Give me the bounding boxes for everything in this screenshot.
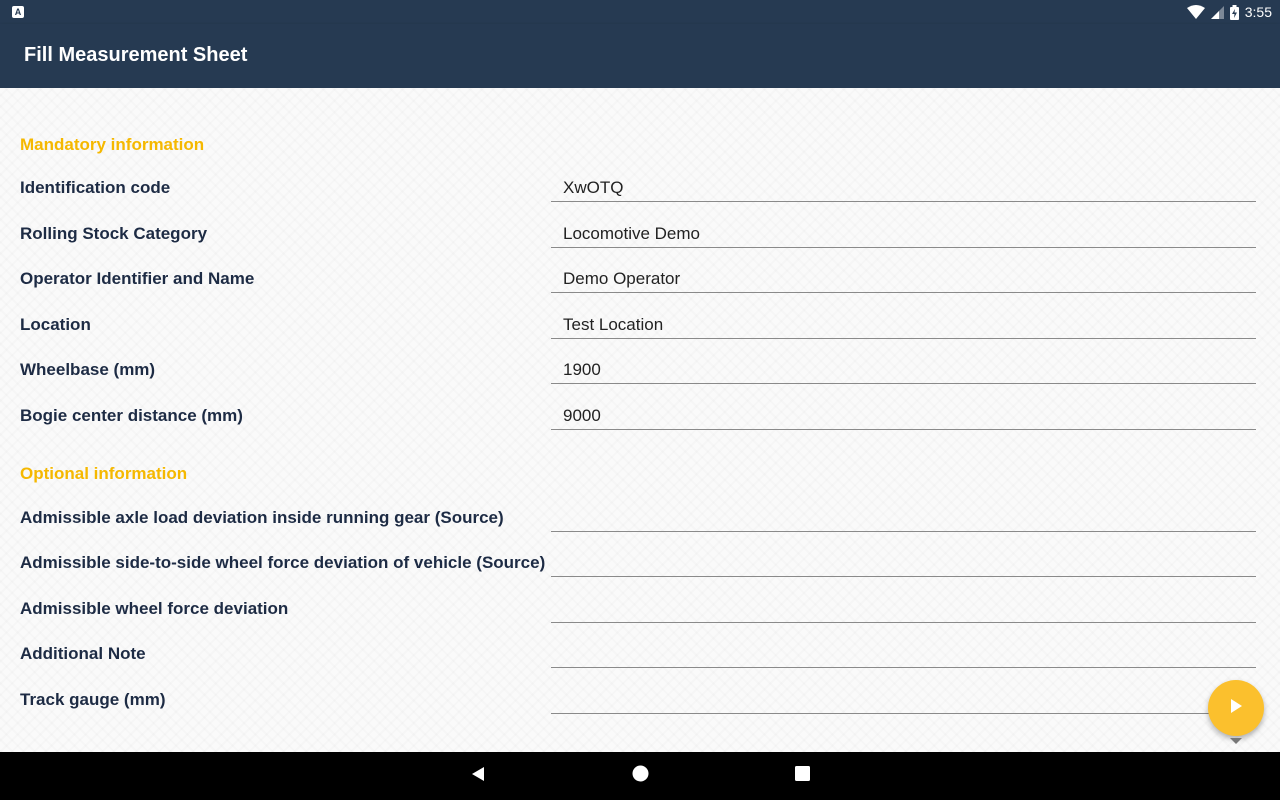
field-label: Admissible side-to-side wheel force devi… bbox=[20, 553, 546, 572]
page-title: Fill Measurement Sheet bbox=[24, 44, 248, 66]
form-row-rolling-stock-category: Rolling Stock Category bbox=[0, 222, 1280, 267]
status-bar: A 3:55 bbox=[0, 0, 1280, 24]
play-arrow-icon bbox=[1229, 698, 1243, 719]
notification-icon: A bbox=[12, 6, 24, 18]
identification-code-field-container bbox=[551, 176, 1256, 202]
field-label: Track gauge (mm) bbox=[20, 690, 166, 709]
identification-code-input[interactable] bbox=[551, 176, 1256, 200]
app-bar: Fill Measurement Sheet bbox=[0, 24, 1280, 88]
field-label: Admissible axle load deviation inside ru… bbox=[20, 508, 504, 527]
location-field-container bbox=[551, 313, 1256, 339]
wheelbase-field-container bbox=[551, 358, 1256, 384]
wheel-force-deviation-field-container bbox=[551, 597, 1256, 623]
home-icon bbox=[632, 765, 649, 787]
status-time: 3:55 bbox=[1244, 4, 1272, 20]
form-row-identification-code: Identification code bbox=[0, 176, 1280, 221]
form-row-additional-note: Additional Note bbox=[0, 642, 1280, 687]
additional-note-field-container bbox=[551, 642, 1256, 668]
field-label: Identification code bbox=[20, 178, 171, 197]
axle-load-deviation-field-container bbox=[551, 506, 1256, 532]
rolling-stock-category-input[interactable] bbox=[551, 222, 1256, 246]
field-label: Rolling Stock Category bbox=[20, 224, 208, 243]
field-label: Bogie center distance (mm) bbox=[20, 406, 243, 425]
recents-button[interactable] bbox=[792, 766, 812, 786]
track-gauge-field-container bbox=[551, 688, 1256, 714]
rolling-stock-category-field-container bbox=[551, 222, 1256, 248]
battery-charging-icon bbox=[1229, 4, 1239, 20]
recents-icon bbox=[794, 766, 810, 786]
form-row-wheelbase: Wheelbase (mm) bbox=[0, 358, 1280, 403]
location-input[interactable] bbox=[551, 313, 1256, 337]
next-fab-button[interactable] bbox=[1208, 680, 1264, 736]
bogie-center-distance-field-container bbox=[551, 404, 1256, 430]
form-row-side-to-side-deviation: Admissible side-to-side wheel force devi… bbox=[0, 551, 1280, 596]
side-to-side-deviation-field-container bbox=[551, 551, 1256, 577]
form-content[interactable]: Mandatory information Identification cod… bbox=[0, 88, 1280, 752]
track-gauge-input[interactable] bbox=[551, 688, 1256, 712]
form-row-operator: Operator Identifier and Name bbox=[0, 267, 1280, 312]
operator-field-container bbox=[551, 267, 1256, 293]
wheelbase-input[interactable] bbox=[551, 358, 1256, 382]
home-button[interactable] bbox=[630, 765, 650, 787]
system-nav-bar bbox=[0, 752, 1280, 800]
back-icon bbox=[470, 766, 486, 787]
form-row-location: Location bbox=[0, 313, 1280, 358]
bogie-center-distance-input[interactable] bbox=[551, 404, 1256, 428]
wheel-force-deviation-input[interactable] bbox=[551, 597, 1256, 621]
form-row-track-gauge: Track gauge (mm) bbox=[0, 688, 1280, 733]
operator-input[interactable] bbox=[551, 267, 1256, 291]
back-button[interactable] bbox=[468, 766, 488, 786]
additional-note-input[interactable] bbox=[551, 642, 1256, 666]
wifi-icon bbox=[1186, 5, 1205, 19]
field-label: Wheelbase (mm) bbox=[20, 360, 156, 379]
scroll-down-indicator bbox=[1230, 738, 1242, 744]
side-to-side-deviation-input[interactable] bbox=[551, 551, 1256, 575]
axle-load-deviation-input[interactable] bbox=[551, 506, 1256, 530]
form-row-wheel-force-deviation: Admissible wheel force deviation bbox=[0, 597, 1280, 642]
field-label: Additional Note bbox=[20, 644, 146, 663]
field-label: Operator Identifier and Name bbox=[20, 269, 255, 288]
form-row-bogie-center-distance: Bogie center distance (mm) bbox=[0, 404, 1280, 449]
field-label: Location bbox=[20, 315, 91, 334]
signal-icon bbox=[1210, 5, 1224, 19]
form-row-axle-load-deviation: Admissible axle load deviation inside ru… bbox=[0, 506, 1280, 551]
field-label: Admissible wheel force deviation bbox=[20, 599, 289, 618]
mandatory-section-title: Mandatory information bbox=[20, 135, 205, 154]
optional-section-title: Optional information bbox=[20, 464, 188, 483]
